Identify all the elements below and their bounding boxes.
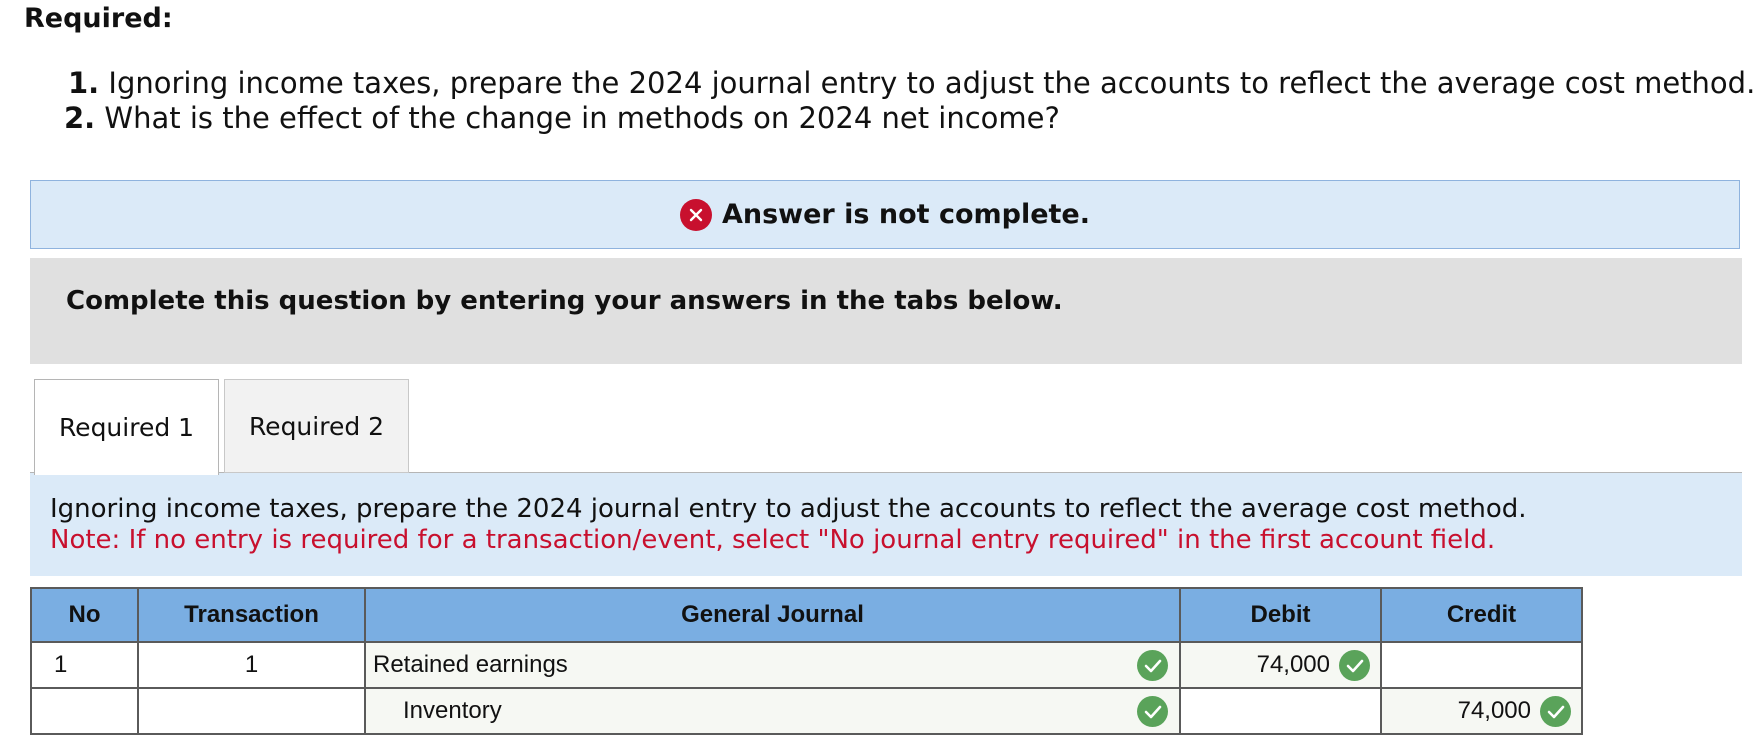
row-number: 1 [30, 641, 139, 689]
header-general-journal: General Journal [364, 587, 1181, 643]
header-no: No [30, 587, 139, 643]
check-circle-icon [1137, 650, 1168, 681]
debit-amount: 74,000 [1256, 651, 1330, 678]
requirement-text: Ignoring income taxes, prepare the 2024 … [108, 66, 1756, 100]
table-header-row: No Transaction General Journal Debit Cre… [30, 587, 1583, 643]
requirement-item: 2. What is the effect of the change in m… [64, 101, 1755, 136]
row-number [30, 687, 139, 735]
table-row: 1 1 Retained earnings 74,000 [30, 641, 1583, 689]
debit-input[interactable]: 74,000 [1179, 641, 1382, 689]
transaction-number: 1 [137, 641, 366, 689]
instruction-text: Complete this question by entering your … [66, 286, 1063, 316]
check-circle-icon [1137, 696, 1168, 727]
check-circle-icon [1339, 650, 1370, 681]
answer-status-banner: Answer is not complete. [30, 180, 1740, 249]
requirement-number: 1. [68, 66, 100, 100]
debit-input[interactable] [1179, 687, 1382, 735]
general-journal-table: No Transaction General Journal Debit Cre… [30, 587, 1583, 735]
header-credit: Credit [1380, 587, 1583, 643]
account-select[interactable]: Retained earnings [364, 641, 1181, 689]
required-heading: Required: [24, 3, 173, 34]
tab-required-1[interactable]: Required 1 [34, 379, 219, 475]
header-transaction: Transaction [137, 587, 366, 643]
requirements-list: 1. Ignoring income taxes, prepare the 20… [64, 66, 1755, 136]
answer-status-message: Answer is not complete. [721, 199, 1091, 230]
account-name: Inventory [403, 697, 502, 724]
check-circle-icon [1540, 696, 1571, 727]
question-prompt: Ignoring income taxes, prepare the 2024 … [30, 473, 1742, 576]
transaction-number [137, 687, 366, 735]
account-select[interactable]: Inventory [364, 687, 1181, 735]
table-row: Inventory 74,000 [30, 687, 1583, 735]
requirement-text: What is the effect of the change in meth… [104, 101, 1060, 135]
tab-required-2[interactable]: Required 2 [224, 379, 409, 473]
credit-input[interactable] [1380, 641, 1583, 689]
prompt-text: Ignoring income taxes, prepare the 2024 … [50, 494, 1527, 524]
instruction-box: Complete this question by entering your … [30, 258, 1742, 364]
requirement-item: 1. Ignoring income taxes, prepare the 20… [68, 66, 1755, 101]
credit-input[interactable]: 74,000 [1380, 687, 1583, 735]
x-circle-icon [679, 198, 712, 231]
credit-amount: 74,000 [1457, 697, 1531, 724]
account-name: Retained earnings [373, 651, 568, 678]
header-debit: Debit [1179, 587, 1382, 643]
prompt-note: Note: If no entry is required for a tran… [50, 525, 1496, 555]
requirement-number: 2. [64, 101, 96, 135]
